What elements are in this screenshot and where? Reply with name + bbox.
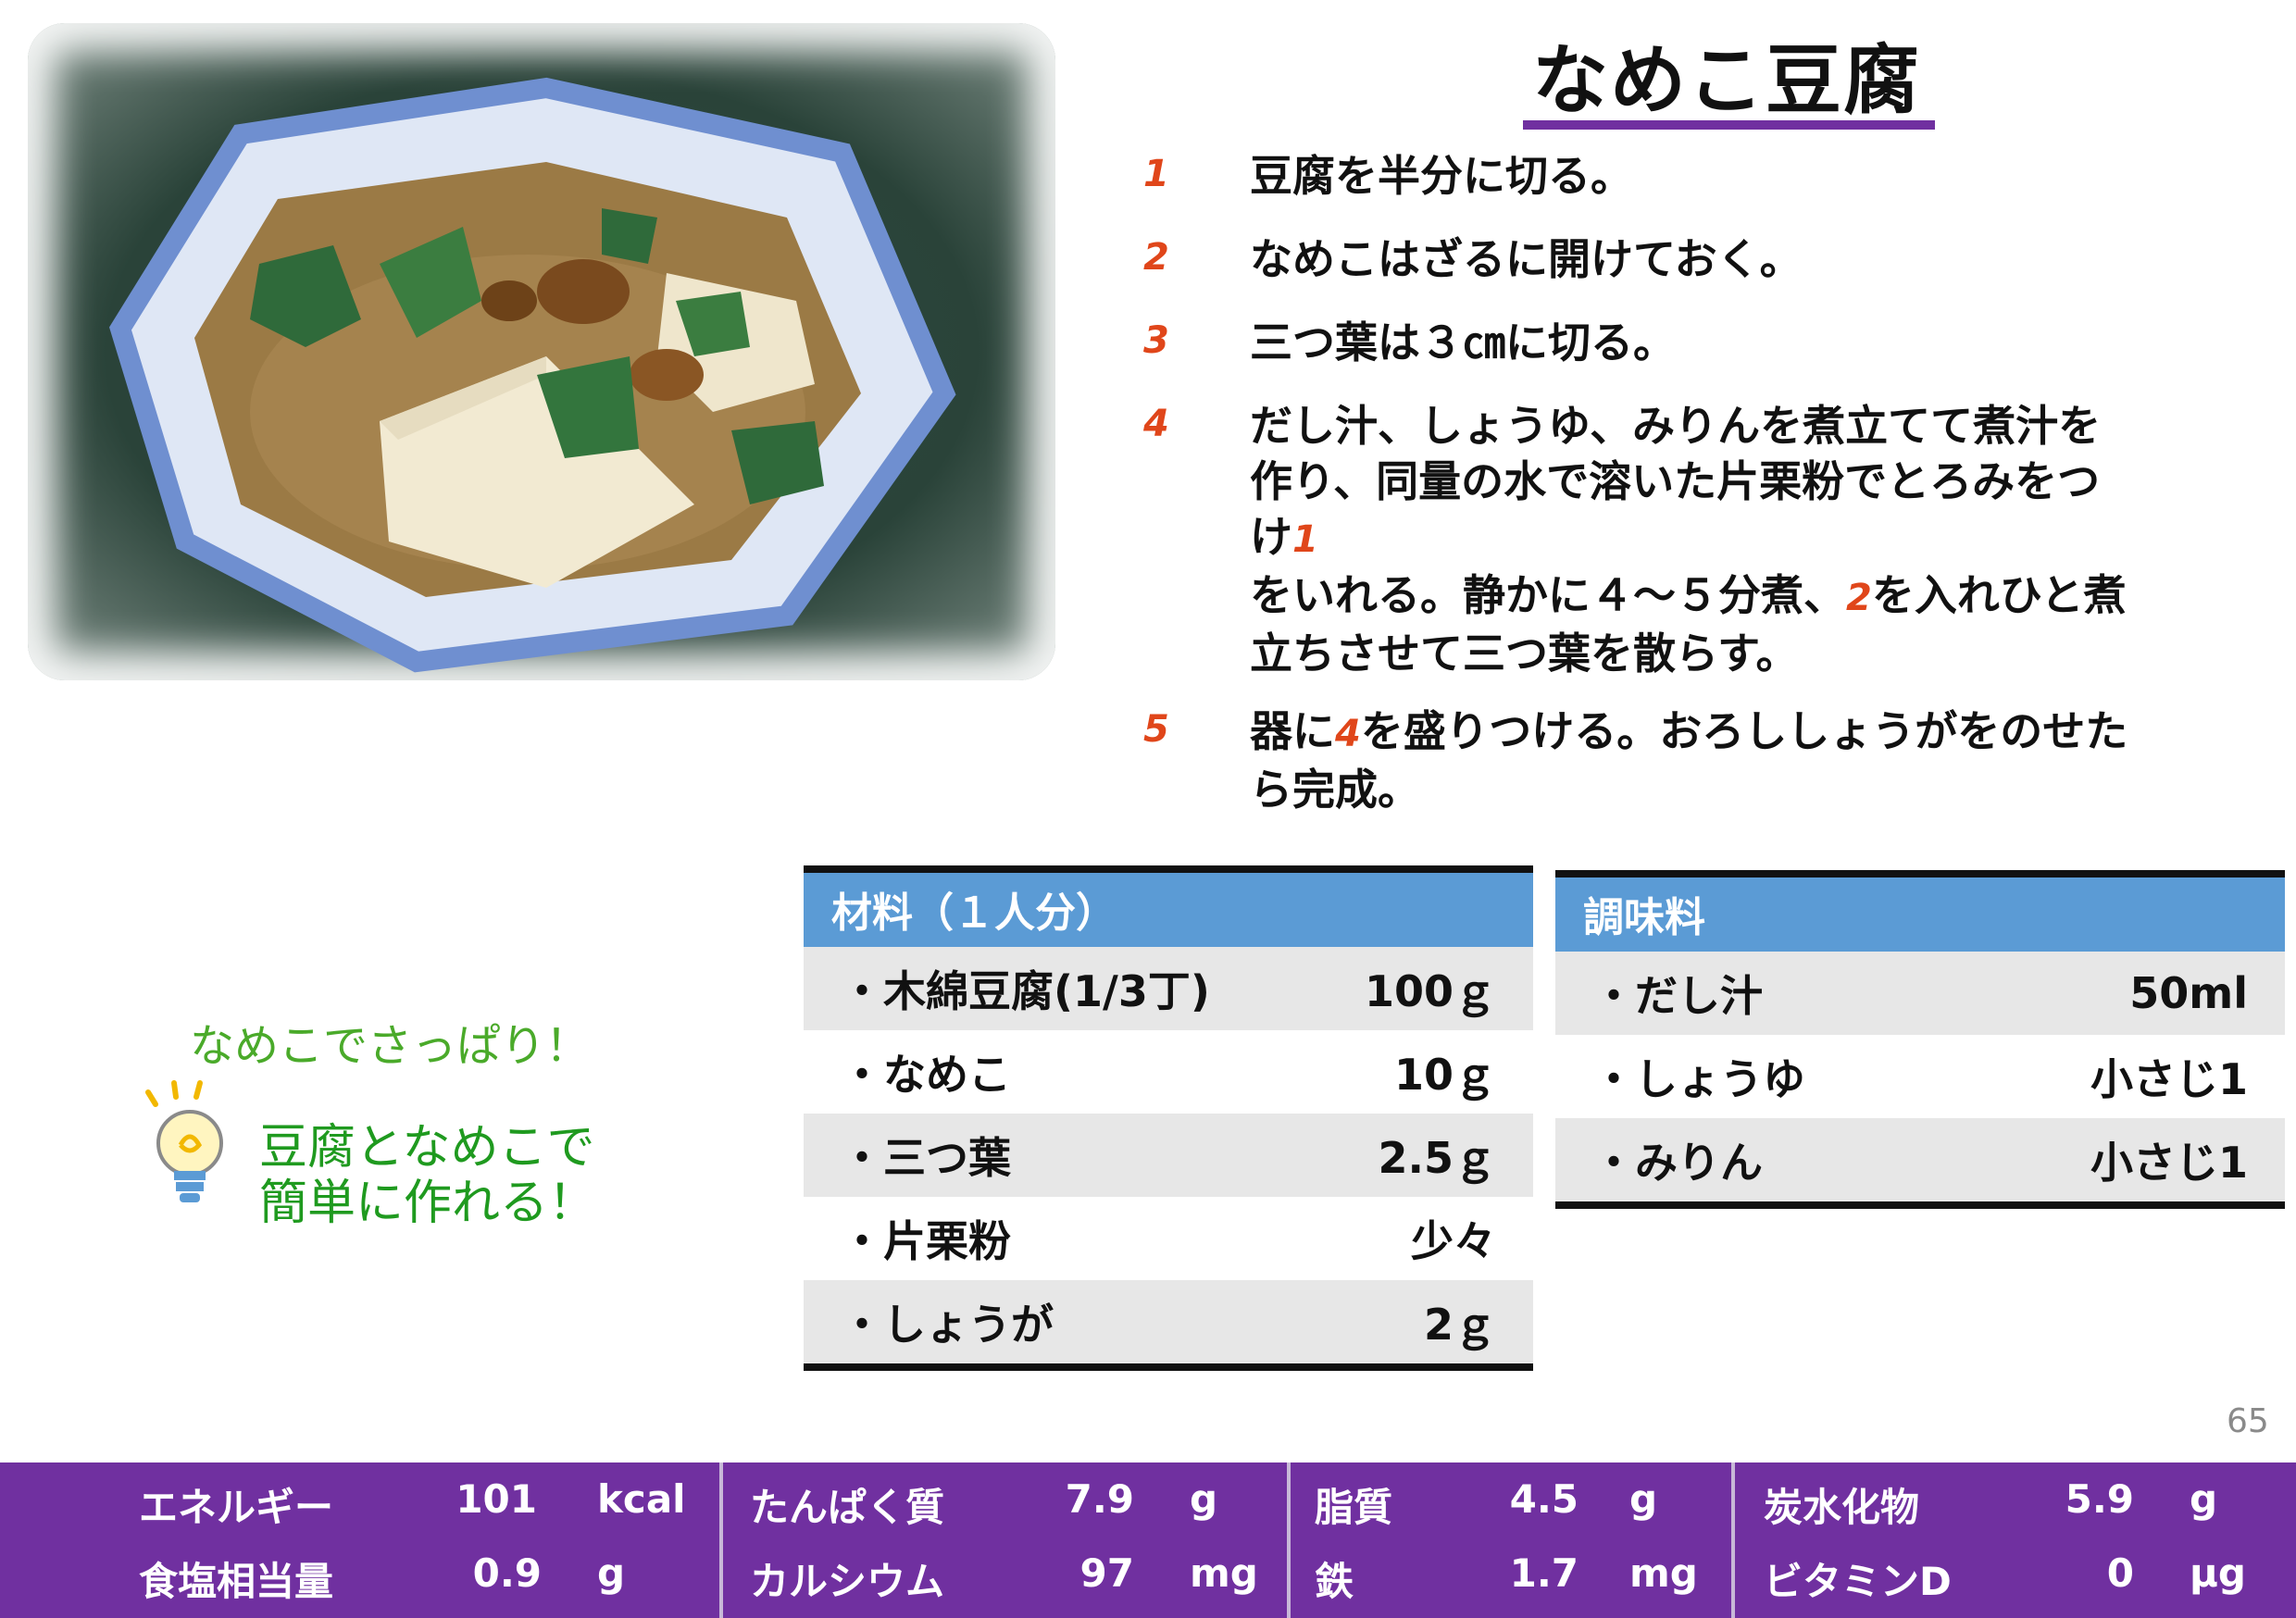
ingredient-row: ・しょうが 2ｇ <box>804 1280 1533 1363</box>
step-3-number: 3 <box>1143 319 1169 362</box>
seasoning-name: ・だし汁 <box>1592 971 1763 1021</box>
nutrition-unit: g <box>597 1550 626 1596</box>
nutrition-divider <box>719 1462 723 1618</box>
step-3-text: 三つ葉は３㎝に切る。 <box>1250 317 1676 367</box>
tip-headline: なめこでさっぱり！ <box>190 1020 591 1072</box>
nutrition-label: カルシウム <box>750 1559 945 1604</box>
title-underline <box>1523 120 1935 130</box>
seasonings-header: 調味料 <box>1555 870 2285 952</box>
seasoning-name: ・みりん <box>1592 1138 1763 1188</box>
nutrition-value: 1.7 <box>1509 1550 1578 1596</box>
nutrition-unit: mg <box>1190 1550 1258 1596</box>
seasonings-bottom-rule <box>1555 1201 2285 1209</box>
lightbulb-icon <box>139 1078 241 1221</box>
ingredient-amount: 100ｇ <box>1364 966 1496 1016</box>
seasoning-amount: 小さじ1 <box>2090 1054 2248 1104</box>
step-4-ref-1: 1 <box>1292 518 1318 561</box>
ingredients-header: 材料（１人分） <box>804 865 1533 947</box>
step-5-number: 5 <box>1143 708 1169 751</box>
nutrition-unit: g <box>1190 1476 1218 1522</box>
ingredients-bottom-rule <box>804 1363 1533 1371</box>
ingredient-name: ・なめこ <box>841 1050 1011 1100</box>
nutrition-unit: μg <box>2190 1550 2246 1596</box>
nutrition-value: 4.5 <box>1509 1476 1578 1522</box>
nutrition-unit: g <box>1629 1476 1658 1522</box>
nutrition-value: 0.9 <box>472 1550 542 1596</box>
nutrition-value: 0 <box>2106 1550 2134 1596</box>
step-4-line-2: 作り、同量の水で溶いた片栗粉でとろみをつ <box>1250 456 2101 506</box>
ingredient-row: ・なめこ 10ｇ <box>804 1030 1533 1114</box>
step-5-text: 器に4を盛りつける。おろししょうがをのせた ら完成。 <box>1250 703 2203 817</box>
nutrition-unit: kcal <box>597 1476 686 1522</box>
ingredient-amount: 少々 <box>1411 1216 1496 1266</box>
step-5-line-1: 器に4を盛りつける。おろししょうがをのせた <box>1250 703 2203 762</box>
step-1-number: 1 <box>1143 153 1169 195</box>
seasoning-row: ・だし汁 50ml <box>1555 952 2285 1035</box>
step-4-line-4b: を入れひと煮 <box>1871 570 2127 620</box>
ingredient-row: ・木綿豆腐(1/3丁) 100ｇ <box>804 947 1533 1030</box>
step-4-ref-2: 2 <box>1846 577 1872 619</box>
dish-photo <box>28 23 1055 680</box>
nutrition-value: 101 <box>455 1476 537 1522</box>
ingredient-name: ・三つ葉 <box>841 1133 1011 1183</box>
ingredient-row: ・三つ葉 2.5ｇ <box>804 1114 1533 1197</box>
step-5-ref: 4 <box>1335 713 1361 755</box>
seasoning-row: ・みりん 小さじ1 <box>1555 1118 2285 1201</box>
nutrition-value: 97 <box>1079 1550 1134 1596</box>
tip-line-3: 簡単に作れる！ <box>259 1176 597 1231</box>
step-4-line-3: け1 <box>1250 509 2203 567</box>
ingredient-amount: 2.5ｇ <box>1378 1133 1497 1183</box>
step-4-line-4a: をいれる。静かに４～５分煮、 <box>1250 570 1846 620</box>
seasoning-name: ・しょうゆ <box>1592 1054 1805 1104</box>
step-2-number: 2 <box>1143 236 1169 279</box>
nutrition-label: 脂質 <box>1315 1485 1393 1530</box>
tip-body: 豆腐となめこで 簡単に作れる！ <box>259 1120 596 1231</box>
seasoning-row: ・しょうゆ 小さじ1 <box>1555 1035 2285 1118</box>
ingredient-amount: 10ｇ <box>1393 1050 1496 1100</box>
ingredient-amount: 2ｇ <box>1423 1300 1496 1350</box>
step-1-text: 豆腐を半分に切る。 <box>1250 151 1633 201</box>
step-5-line-1b: を盛りつける。おろししょうがをのせた <box>1360 706 2128 756</box>
nutrition-unit: g <box>2190 1476 2218 1522</box>
ingredient-name: ・しょうが <box>841 1300 1054 1350</box>
page-number: 65 <box>2227 1402 2269 1440</box>
nutrition-divider <box>1287 1462 1291 1618</box>
nutrition-unit: mg <box>1629 1550 1698 1596</box>
nutrition-label: 炭水化物 <box>1764 1485 1920 1530</box>
ingredient-name: ・片栗粉 <box>841 1216 1011 1266</box>
nutrition-label: 食塩相当量 <box>139 1559 334 1604</box>
ingredients-table: 材料（１人分） ・木綿豆腐(1/3丁) 100ｇ ・なめこ 10ｇ ・三つ葉 2.5ｇ… <box>804 865 1533 1371</box>
step-5-line-1a: 器に <box>1250 706 1335 756</box>
nutrition-divider <box>1731 1462 1735 1618</box>
nutrition-bar: エネルギー 101 kcal 食塩相当量 0.9 g たんぱく質 7.9 g カ… <box>0 1462 2296 1618</box>
step-4-line-3-text: け <box>1250 512 1292 562</box>
ingredient-row: ・片栗粉 少々 <box>804 1197 1533 1280</box>
nutrition-value: 5.9 <box>2065 1476 2134 1522</box>
seasoning-amount: 50ml <box>2129 968 2248 1018</box>
step-4-line-1: だし汁、しょうゆ、みりんを煮立てて煮汁を <box>1250 401 2102 451</box>
nutrition-label: 鉄 <box>1315 1559 1354 1604</box>
step-4-number: 4 <box>1143 403 1169 445</box>
nutrition-label: ビタミンD <box>1764 1559 1952 1604</box>
seasonings-table: 調味料 ・だし汁 50ml ・しょうゆ 小さじ1 ・みりん 小さじ1 <box>1555 870 2285 1209</box>
step-4-text: だし汁、しょうゆ、みりんを煮立てて煮汁を 作り、同量の水で溶いた片栗粉でとろみを… <box>1250 398 2203 681</box>
step-4-line-4: をいれる。静かに４～５分煮、2を入れひと煮 <box>1250 567 2203 626</box>
step-4-line-5: 立ちさせて三つ葉を散らす。 <box>1250 629 1799 678</box>
nutrition-label: たんぱく質 <box>750 1485 945 1530</box>
step-5-line-2: ら完成。 <box>1250 765 1420 815</box>
recipe-title: なめこ豆腐 <box>1531 37 1921 125</box>
seasoning-amount: 小さじ1 <box>2090 1138 2248 1188</box>
step-2-text: なめこはざるに開けておく。 <box>1250 234 1803 284</box>
tip-line-2: 豆腐となめこで <box>259 1120 595 1176</box>
ingredient-name: ・木綿豆腐(1/3丁) <box>841 966 1210 1016</box>
nutrition-label: エネルギー <box>139 1485 334 1530</box>
nutrition-value: 7.9 <box>1065 1476 1134 1522</box>
